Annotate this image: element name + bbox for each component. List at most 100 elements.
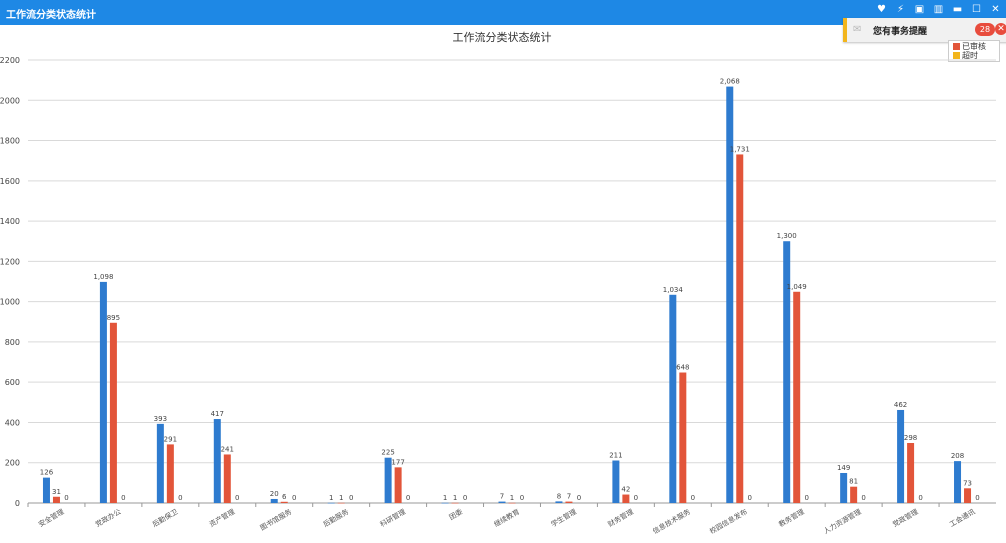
bar-data-label: 0 — [918, 494, 922, 502]
bar-data-label: 1 — [339, 494, 343, 502]
minimize-icon[interactable]: ▬ — [951, 3, 964, 16]
bar-data-label: 31 — [52, 488, 61, 496]
bar-data-label: 1,300 — [777, 232, 797, 240]
y-tick-label: 1400 — [0, 217, 20, 226]
bar — [498, 501, 506, 503]
bar-data-label: 393 — [154, 415, 167, 423]
y-tick-label: 1600 — [0, 177, 20, 186]
bar — [270, 498, 278, 503]
bar-data-label: 291 — [164, 435, 177, 443]
bar-data-label: 225 — [381, 449, 394, 457]
bar-data-label: 462 — [894, 401, 907, 409]
bar-data-label: 211 — [609, 452, 622, 460]
y-tick-label: 1200 — [0, 257, 20, 266]
x-category-label: 教务管理 — [777, 507, 806, 529]
bar — [669, 294, 677, 503]
window-controls: ♥ ⚡ ▣ ▥ ▬ ☐ ✕ — [875, 3, 1002, 16]
bar-data-label: 648 — [676, 364, 689, 372]
x-category-label: 安全管理 — [37, 507, 66, 529]
bar-data-label: 73 — [963, 479, 972, 487]
bar — [213, 419, 221, 503]
bar-data-label: 1 — [329, 494, 333, 502]
bar-data-label: 1,049 — [787, 283, 807, 291]
bar — [907, 442, 915, 503]
bar-data-label: 1,098 — [93, 273, 113, 281]
pin-icon[interactable]: ⚡ — [894, 3, 907, 16]
bar — [337, 502, 345, 504]
bar-data-label: 1,034 — [663, 286, 684, 294]
bar-data-label: 0 — [292, 494, 296, 502]
bar-data-label: 6 — [282, 493, 287, 501]
bar — [166, 444, 174, 503]
bar — [441, 502, 449, 504]
maximize-icon[interactable]: ☐ — [970, 3, 983, 16]
x-category-label: 人力资源管理 — [822, 507, 863, 536]
square-icon[interactable]: ▣ — [913, 3, 926, 16]
y-tick-label: 200 — [5, 459, 20, 468]
book-icon[interactable]: ▥ — [932, 3, 945, 16]
bar — [622, 494, 630, 503]
bar-data-label: 241 — [221, 445, 234, 453]
bar-data-label: 417 — [211, 410, 224, 418]
bar-data-label: 1 — [443, 494, 447, 502]
y-tick-label: 400 — [5, 418, 20, 427]
bar — [954, 461, 962, 503]
bar-data-label: 1 — [510, 494, 514, 502]
bar-data-label: 8 — [557, 492, 561, 500]
x-category-label: 党政办公 — [94, 507, 123, 529]
x-category-label: 科研管理 — [378, 507, 407, 529]
bar-data-label: 7 — [500, 493, 504, 501]
bar — [612, 460, 620, 503]
bar-data-label: 177 — [391, 458, 404, 466]
bar — [223, 454, 231, 503]
x-category-label: 校园信息发布 — [708, 507, 749, 536]
close-icon[interactable]: ✕ — [989, 3, 1002, 16]
bar-data-label: 0 — [463, 494, 467, 502]
window-title: 工作流分类状态统计 — [6, 10, 96, 21]
x-category-label: 后勤保卫 — [151, 507, 180, 529]
x-category-label: 图书馆服务 — [258, 507, 293, 532]
x-category-label: 信息技术服务 — [651, 507, 692, 536]
chart-title: 工作流分类状态统计 — [453, 30, 552, 44]
y-tick-label: 1800 — [0, 137, 20, 146]
bar-data-label: 298 — [904, 434, 917, 442]
bar — [280, 501, 288, 503]
bar-data-label: 0 — [691, 494, 695, 502]
bar-data-label: 0 — [748, 494, 752, 502]
bar-data-label: 0 — [577, 494, 581, 502]
bar-data-label: 0 — [406, 494, 410, 502]
x-category-label: 学生管理 — [549, 507, 578, 529]
bar-data-label: 1,731 — [730, 145, 750, 153]
bar — [555, 501, 563, 503]
y-tick-label: 1000 — [0, 298, 20, 307]
bar — [897, 409, 905, 503]
bar-data-label: 0 — [861, 494, 865, 502]
bar — [565, 501, 573, 503]
bar-data-label: 208 — [951, 452, 964, 460]
bar — [850, 486, 858, 503]
bar — [109, 322, 117, 503]
bar-chart: 工作流分类状态统计0200400600800100012001400160018… — [0, 30, 996, 536]
bar — [451, 502, 459, 504]
y-tick-label: 600 — [5, 378, 20, 387]
bar — [783, 241, 791, 503]
bar-data-label: 81 — [849, 478, 858, 486]
bar-data-label: 0 — [520, 494, 524, 502]
x-category-label: 财务管理 — [606, 507, 635, 529]
y-tick-label: 800 — [5, 338, 20, 347]
bar-data-label: 0 — [178, 494, 182, 502]
heart-icon[interactable]: ♥ — [875, 3, 888, 16]
bar — [508, 502, 516, 504]
bar — [736, 154, 744, 503]
bar-data-label: 7 — [567, 493, 571, 501]
bar-data-label: 0 — [975, 494, 979, 502]
bar-data-label: 1 — [453, 494, 457, 502]
bar-data-label: 42 — [621, 486, 630, 494]
bar — [964, 488, 972, 503]
x-category-label: 后勤服务 — [321, 507, 350, 529]
bar-data-label: 0 — [634, 494, 638, 502]
bar — [327, 502, 335, 504]
bar-data-label: 0 — [235, 494, 239, 502]
y-tick-label: 0 — [15, 499, 20, 508]
x-category-label: 资产管理 — [208, 507, 237, 529]
